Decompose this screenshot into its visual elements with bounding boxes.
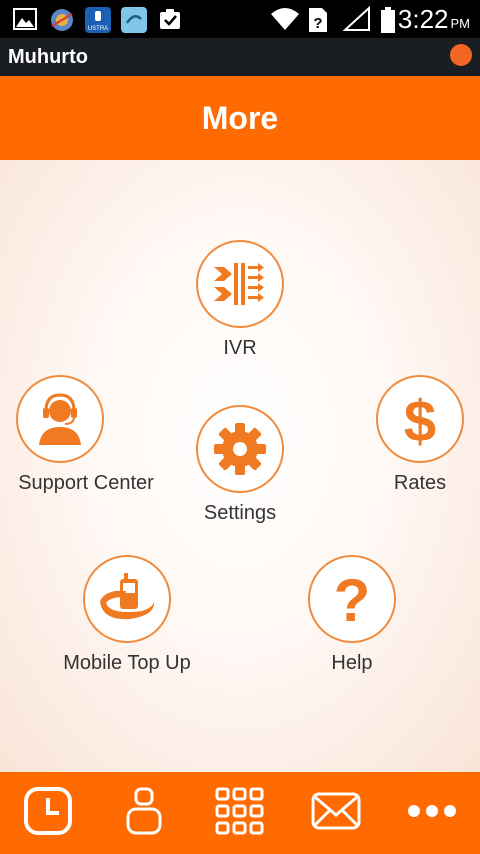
dollar-icon: $ [376, 375, 464, 463]
dialpad-icon [214, 786, 266, 841]
envelope-icon [310, 791, 362, 836]
bottom-navigation [0, 772, 480, 854]
svg-text:?: ? [334, 569, 371, 629]
gear-icon [196, 405, 284, 493]
messages-tab[interactable] [288, 772, 384, 854]
mobile-topup-icon [83, 555, 171, 643]
clock-icon [23, 786, 73, 841]
signal-icon [342, 5, 371, 32]
help-label: Help [331, 652, 373, 674]
svg-text:?: ? [313, 15, 322, 32]
more-dots-icon [406, 803, 458, 824]
rates-label: Rates [393, 472, 447, 494]
svg-text:$: $ [404, 389, 436, 449]
mobile-top-up-button[interactable]: Mobile Top Up [47, 555, 207, 675]
no-sim-icon: ? [307, 6, 329, 32]
help-button[interactable]: ? Help [287, 555, 417, 675]
rates-button[interactable]: $ Rates [360, 375, 480, 495]
person-icon [124, 786, 164, 841]
notification-indicator[interactable] [450, 44, 472, 66]
app-title: Muhurto [8, 46, 88, 68]
settings-button[interactable]: Settings [175, 405, 305, 525]
image-icon [12, 6, 40, 32]
dialpad-tab[interactable] [192, 772, 288, 854]
clock-time: 3:22 PM [397, 4, 470, 34]
mobile-top-up-label: Mobile Top Up [63, 652, 191, 674]
link-app-icon [120, 6, 148, 33]
ivr-label: IVR [223, 337, 257, 359]
contacts-tab[interactable] [96, 772, 192, 854]
status-bar: USTRA ? 3:22 PM [0, 0, 480, 38]
battery-icon [380, 6, 396, 33]
ustra-app-icon: USTRA [84, 6, 112, 33]
wifi-icon [270, 6, 299, 32]
app-bar: Muhurto [0, 38, 480, 76]
svg-text:USTRA: USTRA [88, 26, 108, 32]
question-icon: ? [308, 555, 396, 643]
more-menu: IVR Support Center Settings $ Rates Mobi… [0, 160, 480, 772]
recents-tab[interactable] [0, 772, 96, 854]
headset-agent-icon [16, 375, 104, 463]
task-icon [157, 6, 185, 32]
page-header: More [0, 76, 480, 160]
ivr-icon [196, 240, 284, 328]
more-tab[interactable] [384, 772, 480, 854]
page-title: More [201, 99, 279, 136]
support-center-button[interactable]: Support Center [0, 375, 154, 495]
settings-label: Settings [203, 502, 277, 524]
support-center-label: Support Center [18, 472, 154, 494]
weather-icon [48, 6, 76, 32]
ivr-button[interactable]: IVR [175, 240, 305, 360]
